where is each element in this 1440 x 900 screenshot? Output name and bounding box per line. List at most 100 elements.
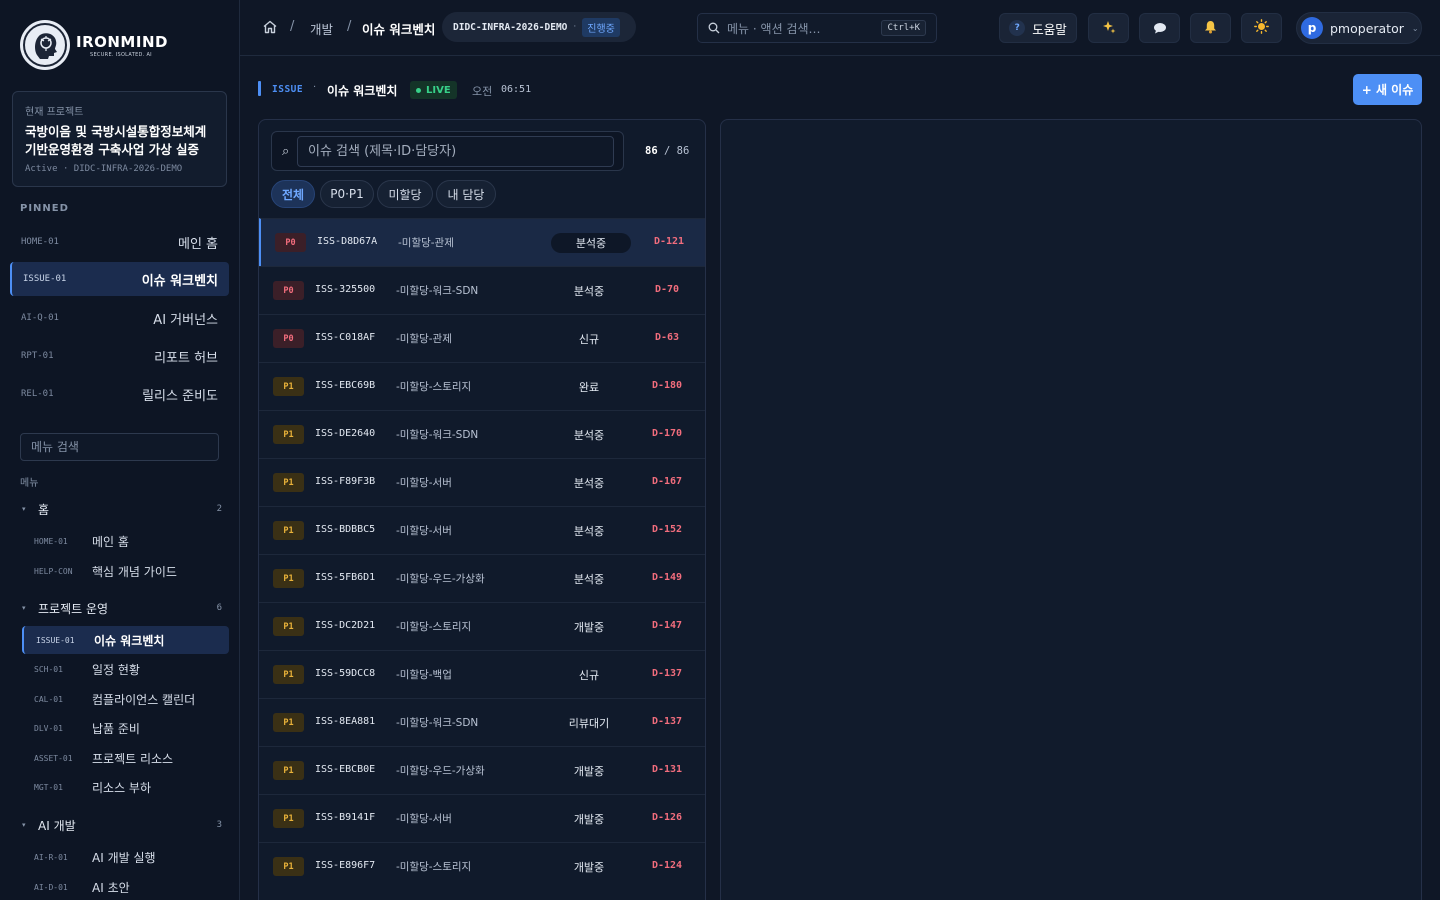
project-status-badge: 진행중 — [582, 17, 620, 37]
menu-item-code: SCH-01 — [34, 664, 63, 674]
table-row[interactable]: P0 ISS-C018AF -미할당-관제 신규 D-63 — [259, 314, 705, 362]
status-badge: 완료 — [578, 381, 600, 394]
issue-search-input[interactable] — [297, 136, 614, 167]
due-countdown: D-180 — [651, 380, 683, 391]
pinned-item-home[interactable]: HOME-01 메인 홈 — [10, 225, 229, 259]
status-badge: 개발중 — [573, 813, 605, 826]
table-row[interactable]: P1 ISS-F89F3B -미할당-서버 분석중 D-167 — [259, 458, 705, 506]
menu-item-label: 프로젝트 리소스 — [92, 751, 174, 766]
menu-item-concept-guide[interactable]: HELP-CON 핵심 개념 가이드 — [22, 557, 229, 585]
pinned-item-ai-governance[interactable]: AI-Q-01 AI 거버넌스 — [10, 301, 229, 335]
menu-group-count: 3 — [216, 820, 222, 830]
user-menu-button[interactable]: p pmoperator ⌄ — [1296, 12, 1422, 44]
priority-badge: P1 — [273, 521, 304, 540]
menu-item-ai-dev-run[interactable]: AI-R-01 AI 개발 실행 — [22, 843, 229, 871]
due-countdown: D-152 — [651, 524, 683, 535]
priority-badge: P0 — [275, 233, 306, 252]
pinned-item-release-readiness[interactable]: REL-01 릴리스 준비도 — [10, 377, 229, 411]
status-badge: 개발중 — [573, 765, 605, 778]
filter-tab-all[interactable]: 전체 — [271, 180, 315, 208]
menu-item-schedule[interactable]: SCH-01 일정 현황 — [22, 655, 229, 683]
menu-item-project-resources[interactable]: ASSET-01 프로젝트 리소스 — [22, 744, 229, 772]
pinned-item-code: ISSUE-01 — [23, 274, 67, 284]
ai-sparkle-button[interactable] — [1088, 13, 1129, 43]
table-row[interactable]: P1 ISS-EBC69B -미할당-스토리지 완료 D-180 — [259, 362, 705, 410]
table-row[interactable]: P1 ISS-EBCB0E -미할당-우드-가상화 개발중 D-131 — [259, 746, 705, 794]
due-countdown: D-70 — [654, 284, 680, 295]
global-search-input[interactable]: 메뉴 · 액션 검색… Ctrl+K — [697, 13, 937, 43]
filter-tab-p0-p1[interactable]: P0·P1 — [320, 180, 374, 208]
new-issue-button[interactable]: + 새 이슈 — [1353, 74, 1422, 105]
filter-tab-unassigned[interactable]: 미할당 — [377, 180, 433, 208]
status-badge: 분석중 — [551, 233, 631, 253]
bell-icon — [1204, 19, 1217, 38]
issue-id: ISS-D8D67A — [317, 236, 378, 247]
pinned-item-report-hub[interactable]: RPT-01 리포트 허브 — [10, 339, 229, 373]
pinned-section-title: PINNED — [20, 203, 69, 214]
table-row[interactable]: P1 ISS-5FB6D1 -미할당-우드-가상화 분석중 D-149 — [259, 554, 705, 602]
breadcrumb-separator: / — [347, 19, 352, 34]
menu-search-input[interactable] — [20, 433, 219, 461]
due-countdown: D-167 — [651, 476, 683, 487]
issue-id: ISS-BDBBC5 — [315, 524, 376, 535]
table-row[interactable]: P1 ISS-59DCC8 -미할당-백업 신규 D-137 — [259, 650, 705, 698]
pinned-item-issue-workbench[interactable]: ISSUE-01 이슈 워크벤치 — [10, 262, 229, 296]
sparkle-icon — [1102, 19, 1116, 38]
due-countdown: D-63 — [654, 332, 680, 343]
menu-item-main-home[interactable]: HOME-01 메인 홈 — [22, 527, 229, 555]
issue-id: ISS-C018AF — [315, 332, 376, 343]
menu-group-ai-dev[interactable]: ▾ AI 개발 3 — [22, 816, 222, 834]
top-bar: / 개발 / 이슈 워크벤치 DIDC-INFRA-2026-DEMO · 진행… — [240, 0, 1440, 56]
status-badge: 개발중 — [573, 861, 605, 874]
issue-id: ISS-E896F7 — [315, 860, 376, 871]
home-icon[interactable] — [262, 19, 278, 35]
due-countdown: D-121 — [653, 236, 685, 247]
notifications-button[interactable] — [1190, 13, 1231, 43]
theme-toggle-button[interactable] — [1241, 13, 1282, 43]
menu-item-resource-load[interactable]: MGT-01 리소스 부하 — [22, 773, 229, 801]
menu-group-project-ops[interactable]: ▾ 프로젝트 운영 6 — [22, 599, 222, 617]
menu-item-code: AI-D-01 — [34, 882, 68, 892]
pinned-item-code: REL-01 — [21, 389, 54, 399]
issue-id: ISS-DC2D21 — [315, 620, 376, 631]
table-row[interactable]: P1 ISS-8EA881 -미할당-워크-SDN 리뷰대기 D-137 — [259, 698, 705, 746]
menu-item-ai-draft[interactable]: AI-D-01 AI 초안 — [22, 873, 229, 900]
due-countdown: D-147 — [651, 620, 683, 631]
project-pill[interactable]: DIDC-INFRA-2026-DEMO · 진행중 — [442, 12, 636, 42]
status-badge: 신규 — [578, 333, 600, 346]
pinned-item-code: AI-Q-01 — [21, 313, 59, 323]
table-row[interactable]: P0 ISS-325500 -미할당-워크-SDN 분석중 D-70 — [259, 266, 705, 314]
help-button[interactable]: ? 도움말 — [999, 13, 1077, 43]
menu-item-code: HELP-CON — [34, 566, 73, 576]
issue-count-shown: 86 — [645, 145, 658, 157]
priority-badge: P1 — [273, 377, 304, 396]
chevron-down-icon: ▾ — [22, 821, 26, 829]
status-badge: 신규 — [578, 669, 600, 682]
due-countdown: D-149 — [651, 572, 683, 583]
menu-item-compliance-calendar[interactable]: CAL-01 컴플라이언스 캘린더 — [22, 685, 229, 713]
table-row[interactable]: P1 ISS-DC2D21 -미할당-스토리지 개발중 D-147 — [259, 602, 705, 650]
menu-item-label: 이슈 워크벤치 — [94, 633, 165, 648]
brand-logo[interactable]: IRONMIND SECURE. ISOLATED. AI — [20, 20, 168, 70]
breadcrumb-dev[interactable]: 개발 — [310, 19, 333, 38]
filter-tab-mine[interactable]: 내 담당 — [436, 180, 496, 208]
status-badge: 리뷰대기 — [568, 717, 610, 730]
global-search-placeholder: 메뉴 · 액션 검색… — [727, 21, 821, 36]
menu-item-delivery-prep[interactable]: DLV-01 납품 준비 — [22, 714, 229, 742]
menu-item-code: DLV-01 — [34, 723, 63, 733]
menu-item-label: 리소스 부하 — [92, 780, 152, 795]
page-title: 이슈 워크벤치 — [327, 84, 398, 98]
table-row[interactable]: P1 ISS-E896F7 -미할당-스토리지 개발중 D-124 — [259, 842, 705, 890]
chat-button[interactable] — [1139, 13, 1180, 43]
current-project-card[interactable]: 현재 프로젝트 국방이음 및 국방시설통합정보체계 기반운영환경 구축사업 가상… — [12, 91, 227, 187]
issue-title: -미할당-스토리지 — [396, 381, 472, 393]
menu-item-issue-workbench[interactable]: ISSUE-01 이슈 워크벤치 — [22, 626, 229, 654]
menu-group-home[interactable]: ▾ 홈 2 — [22, 500, 222, 518]
pinned-item-label: 메인 홈 — [177, 236, 218, 252]
table-row[interactable]: P1 ISS-B9141F -미할당-서버 개발중 D-126 — [259, 794, 705, 842]
table-row[interactable]: P0 ISS-D8D67A -미할당-관제 분석중 D-121 — [259, 218, 705, 266]
table-row[interactable]: P1 ISS-DE2640 -미할당-워크-SDN 분석중 D-170 — [259, 410, 705, 458]
priority-badge: P1 — [273, 473, 304, 492]
project-pill-sep: · — [573, 22, 577, 32]
table-row[interactable]: P1 ISS-BDBBC5 -미할당-서버 분석중 D-152 — [259, 506, 705, 554]
